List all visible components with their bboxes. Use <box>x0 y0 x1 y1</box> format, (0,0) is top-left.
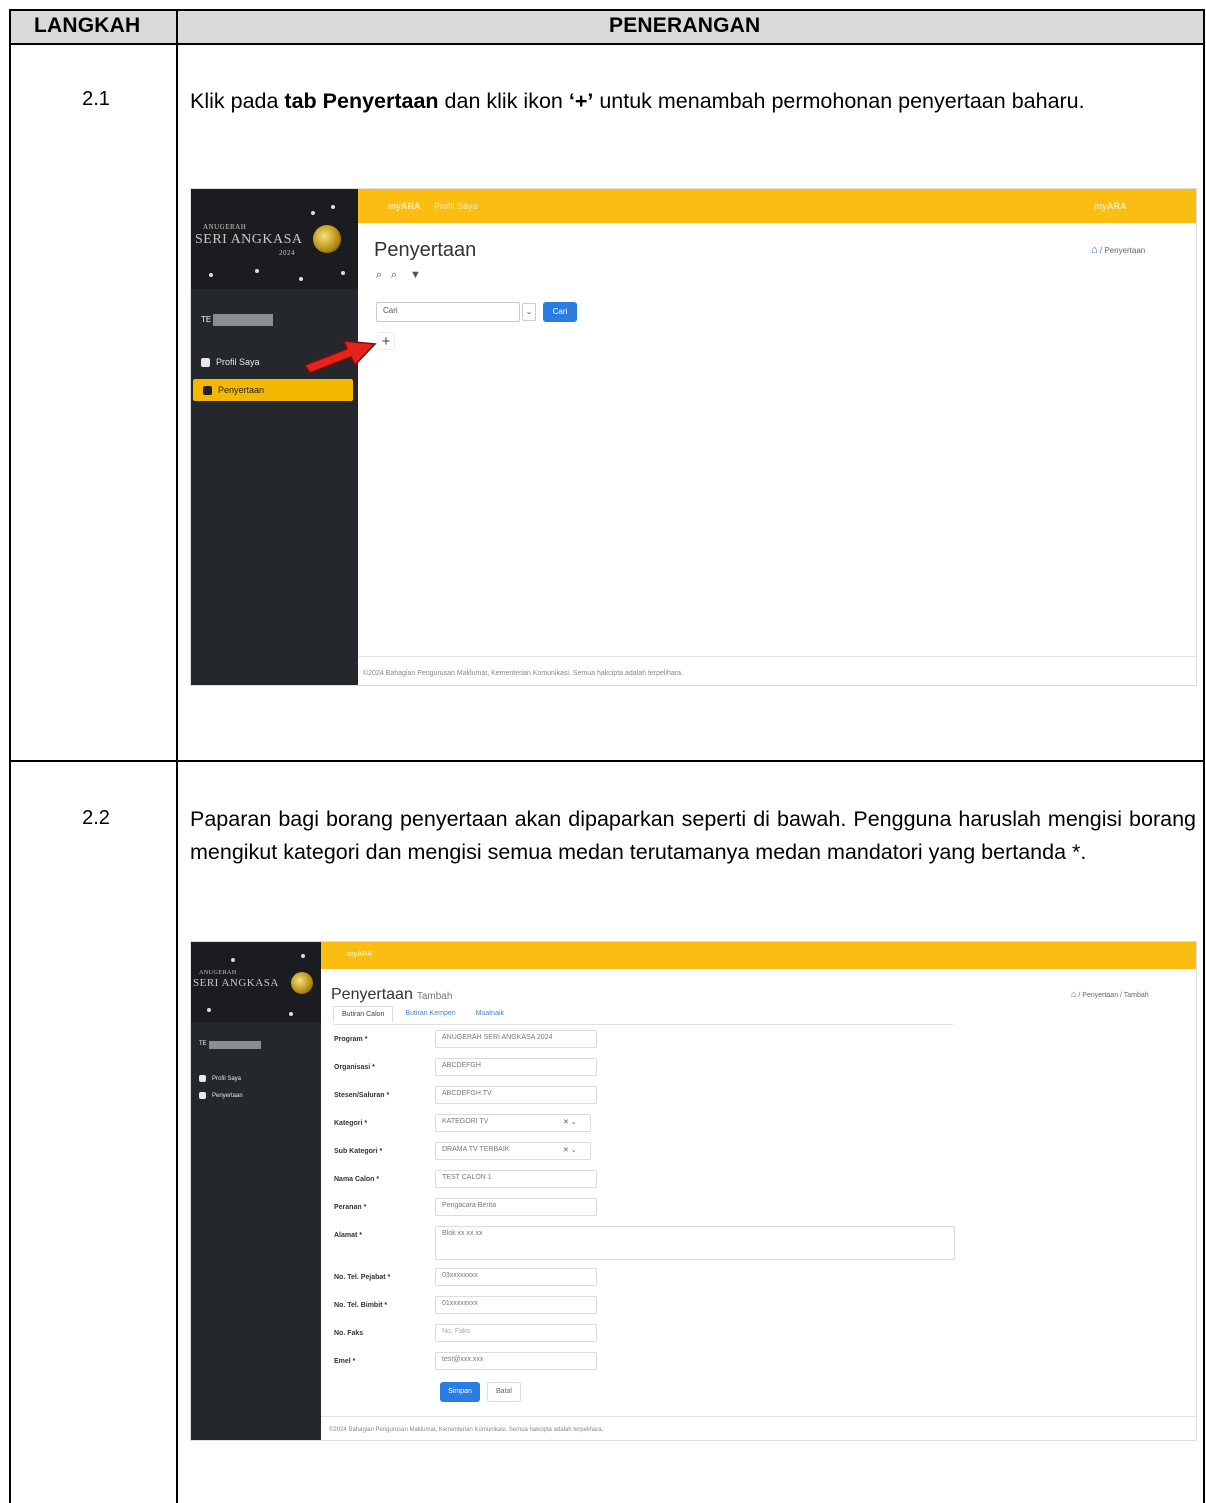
footer-text: ©2024 Bahagian Pengurusan Maklumat, Keme… <box>329 1427 604 1433</box>
seal-icon <box>291 972 313 994</box>
label-tel-pejabat: No. Tel. Pejabat * <box>334 1274 391 1281</box>
page-title: Penyertaan <box>374 239 477 261</box>
row-rule <box>9 760 1205 762</box>
clear-icon[interactable]: ✕ ⌄ <box>563 1146 577 1154</box>
top-bar: myARA <box>321 942 1196 969</box>
nav-profil-saya[interactable]: Profil Saya <box>201 357 260 367</box>
nav-penyertaan[interactable]: Penyertaan <box>199 1092 243 1099</box>
sidebar: ANUGERAH SERI ANGKASA 2024 TE Profil Say… <box>191 189 358 685</box>
clear-icon[interactable]: ✕ ⌄ <box>563 1118 577 1126</box>
footer-divider <box>321 1416 1196 1417</box>
page-title: Penyertaan Tambah <box>331 986 453 1003</box>
search-icon[interactable]: ⌕ <box>376 269 382 282</box>
label-alamat: Alamat * <box>334 1232 363 1239</box>
label-emel: Emel * <box>334 1358 356 1365</box>
sidebar: ANUGERAH SERI ANGKASA TE Profil Saya Pen… <box>191 942 321 1440</box>
form-tabs: Butiran Calon Butiran Kempen Muatnaik <box>333 1006 512 1022</box>
user-name: TE <box>201 315 212 324</box>
nav-profil-saya[interactable]: Profil Saya <box>199 1075 241 1082</box>
step-description: Klik pada tab Penyertaan dan klik ikon ‘… <box>190 89 1085 113</box>
page-subtitle: Tambah <box>416 991 453 1002</box>
screenshot-penyertaan-form: ANUGERAH SERI ANGKASA TE Profil Saya Pen… <box>190 941 1197 1441</box>
header-rule <box>9 43 1205 45</box>
emel-field[interactable]: test@xxx.xxx <box>435 1352 597 1370</box>
batal-button[interactable]: Batal <box>487 1382 521 1402</box>
step-number: 2.1 <box>82 88 110 110</box>
organisasi-field[interactable]: ABCDEFGH <box>435 1058 597 1076</box>
label-organisasi: Organisasi * <box>334 1064 375 1071</box>
nav-penyertaan[interactable]: Penyertaan <box>193 379 353 401</box>
footer-text: ©2024 Bahagian Pengurusan Maklumat, Keme… <box>363 670 683 677</box>
label-sub-kategori: Sub Kategori * <box>334 1148 383 1155</box>
logo: ANUGERAH SERI ANGKASA <box>191 942 321 1022</box>
chevron-down-icon[interactable]: ⌄ <box>522 303 536 321</box>
nama-calon-field[interactable]: TEST CALON 1 <box>435 1170 597 1188</box>
list-icon <box>203 385 212 395</box>
tel-pejabat-field[interactable]: 03xxxxxxxx <box>435 1268 597 1286</box>
alamat-textarea[interactable]: Blok xx xx xx <box>435 1226 955 1260</box>
footer-divider <box>358 656 1196 657</box>
search-input[interactable]: Cari <box>376 302 520 322</box>
user-icon <box>199 1075 206 1082</box>
tab-butiran-calon[interactable]: Butiran Calon <box>333 1006 394 1022</box>
home-icon[interactable]: ⌂ <box>1071 989 1076 999</box>
tab-butiran-kempen[interactable]: Butiran Kempen <box>397 1006 463 1022</box>
filter-icon[interactable]: ▼ <box>410 269 421 281</box>
user-icon <box>201 357 210 367</box>
label-stesen: Stesen/Saluran * <box>334 1092 390 1099</box>
user-name-redacted <box>213 314 273 326</box>
tel-bimbit-field[interactable]: 01xxxxxxxx <box>435 1296 597 1314</box>
user-name-redacted <box>209 1041 261 1049</box>
step-number: 2.2 <box>82 807 110 829</box>
home-icon[interactable]: ⌂ <box>1091 244 1098 256</box>
top-bar: myARA Profil Saya myARA <box>358 189 1196 223</box>
breadcrumb: ⌂ / Penyertaan <box>1091 244 1146 256</box>
search-button[interactable]: Cari <box>543 302 577 322</box>
label-faks: No. Faks <box>334 1330 364 1337</box>
label-program: Program * <box>334 1036 368 1043</box>
user-name: TE <box>199 1041 207 1047</box>
label-peranan: Peranan * <box>334 1204 367 1211</box>
program-field[interactable]: ANUGERAH SERI ANGKASA 2024 <box>435 1030 597 1048</box>
header-langkah: LANGKAH <box>34 14 141 37</box>
stesen-field[interactable]: ABCDEFGH TV <box>435 1086 597 1104</box>
logo: ANUGERAH SERI ANGKASA 2024 <box>191 189 358 289</box>
faks-field[interactable]: No. Faks <box>435 1324 597 1342</box>
red-arrow-icon <box>303 340 377 374</box>
peranan-field[interactable]: Pengacara Berita <box>435 1198 597 1216</box>
label-tel-bimbit: No. Tel. Bimbit * <box>334 1302 388 1309</box>
simpan-button[interactable]: Simpan <box>440 1382 480 1402</box>
zoom-icon[interactable]: ⌕ <box>391 269 397 282</box>
screenshot-penyertaan-list: ANUGERAH SERI ANGKASA 2024 TE Profil Say… <box>190 188 1197 686</box>
list-icon <box>199 1092 206 1099</box>
tabs-divider <box>333 1024 953 1025</box>
column-divider <box>176 9 178 1503</box>
header-penerangan: PENERANGAN <box>609 14 761 37</box>
label-kategori: Kategori * <box>334 1120 368 1127</box>
seal-icon <box>313 225 341 253</box>
breadcrumb: ⌂ / Penyertaan / Tambah <box>1071 989 1149 999</box>
tab-muatnaik[interactable]: Muatnaik <box>468 1006 512 1022</box>
step-description: Paparan bagi borang penyertaan akan dipa… <box>190 807 1196 864</box>
label-nama-calon: Nama Calon * <box>334 1176 380 1183</box>
